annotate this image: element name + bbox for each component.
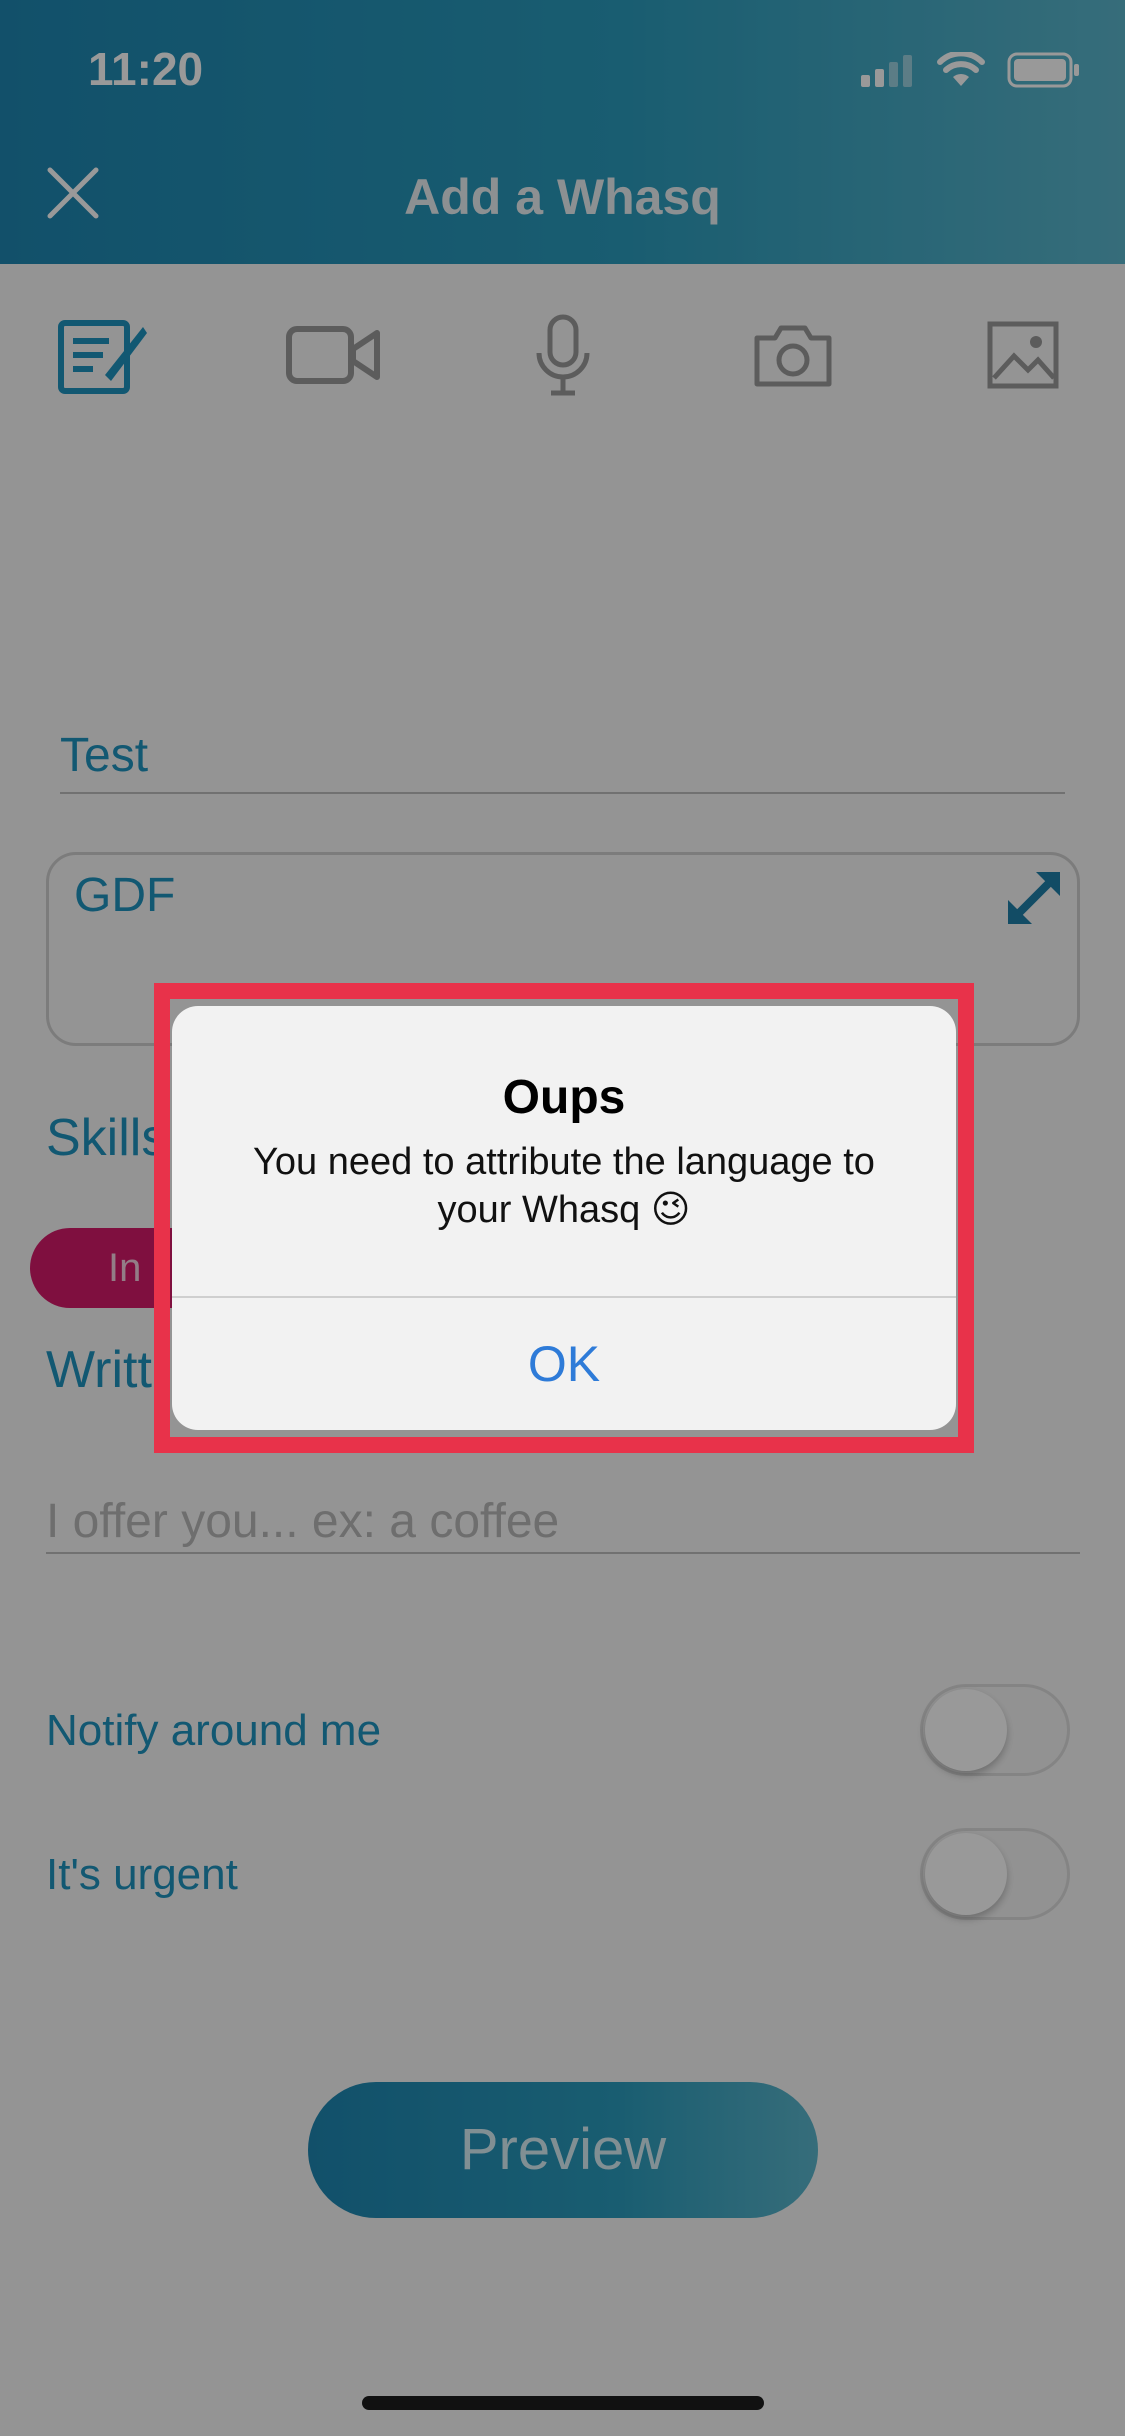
alert-dialog: Oups You need to attribute the language … <box>172 1006 956 1430</box>
alert-title: Oups <box>502 1071 626 1124</box>
home-indicator <box>362 2396 764 2410</box>
alert-ok-button[interactable]: OK <box>172 1298 956 1430</box>
alert-message: You need to attribute the language to yo… <box>253 1141 875 1231</box>
